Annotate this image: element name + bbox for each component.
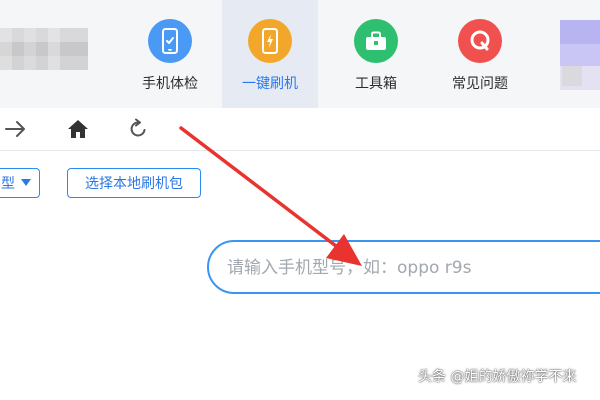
faq-icon <box>458 19 502 63</box>
browser-toolbar <box>0 108 600 151</box>
chevron-down-icon <box>21 179 31 187</box>
nav-label: 常见问题 <box>452 76 508 92</box>
blurred-app-logo <box>0 28 88 70</box>
nav-label: 工具箱 <box>355 76 397 92</box>
top-nav-bar: 手机体检 一键刷机 工具箱 常见问题 <box>0 0 600 108</box>
nav-item-faq[interactable]: 常见问题 <box>432 0 528 108</box>
nav-item-phone-checkup[interactable]: 手机体检 <box>122 0 218 108</box>
blurred-nav-label <box>562 66 582 86</box>
phone-model-search-box[interactable] <box>207 240 600 294</box>
local-package-label: 选择本地刷机包 <box>85 176 183 192</box>
phone-model-dropdown[interactable]: 型 <box>0 168 40 198</box>
watermark-text: 头条 @姐的娇傲祢学不来 <box>418 369 577 385</box>
forward-arrow-icon[interactable] <box>4 117 28 141</box>
home-icon[interactable] <box>66 117 90 141</box>
model-dropdown-label: 型 <box>1 176 15 192</box>
nav-item-toolbox[interactable]: 工具箱 <box>328 0 424 108</box>
toolbox-icon <box>354 19 398 63</box>
one-click-flash-icon <box>248 19 292 63</box>
select-local-package-button[interactable]: 选择本地刷机包 <box>67 168 201 198</box>
nav-item-one-click-flash[interactable]: 一键刷机 <box>222 0 318 108</box>
nav-label: 一键刷机 <box>242 76 298 92</box>
phone-checkup-icon <box>148 19 192 63</box>
refresh-icon[interactable] <box>126 117 150 141</box>
nav-label: 手机体检 <box>142 76 198 92</box>
phone-model-search-input[interactable] <box>225 254 589 282</box>
